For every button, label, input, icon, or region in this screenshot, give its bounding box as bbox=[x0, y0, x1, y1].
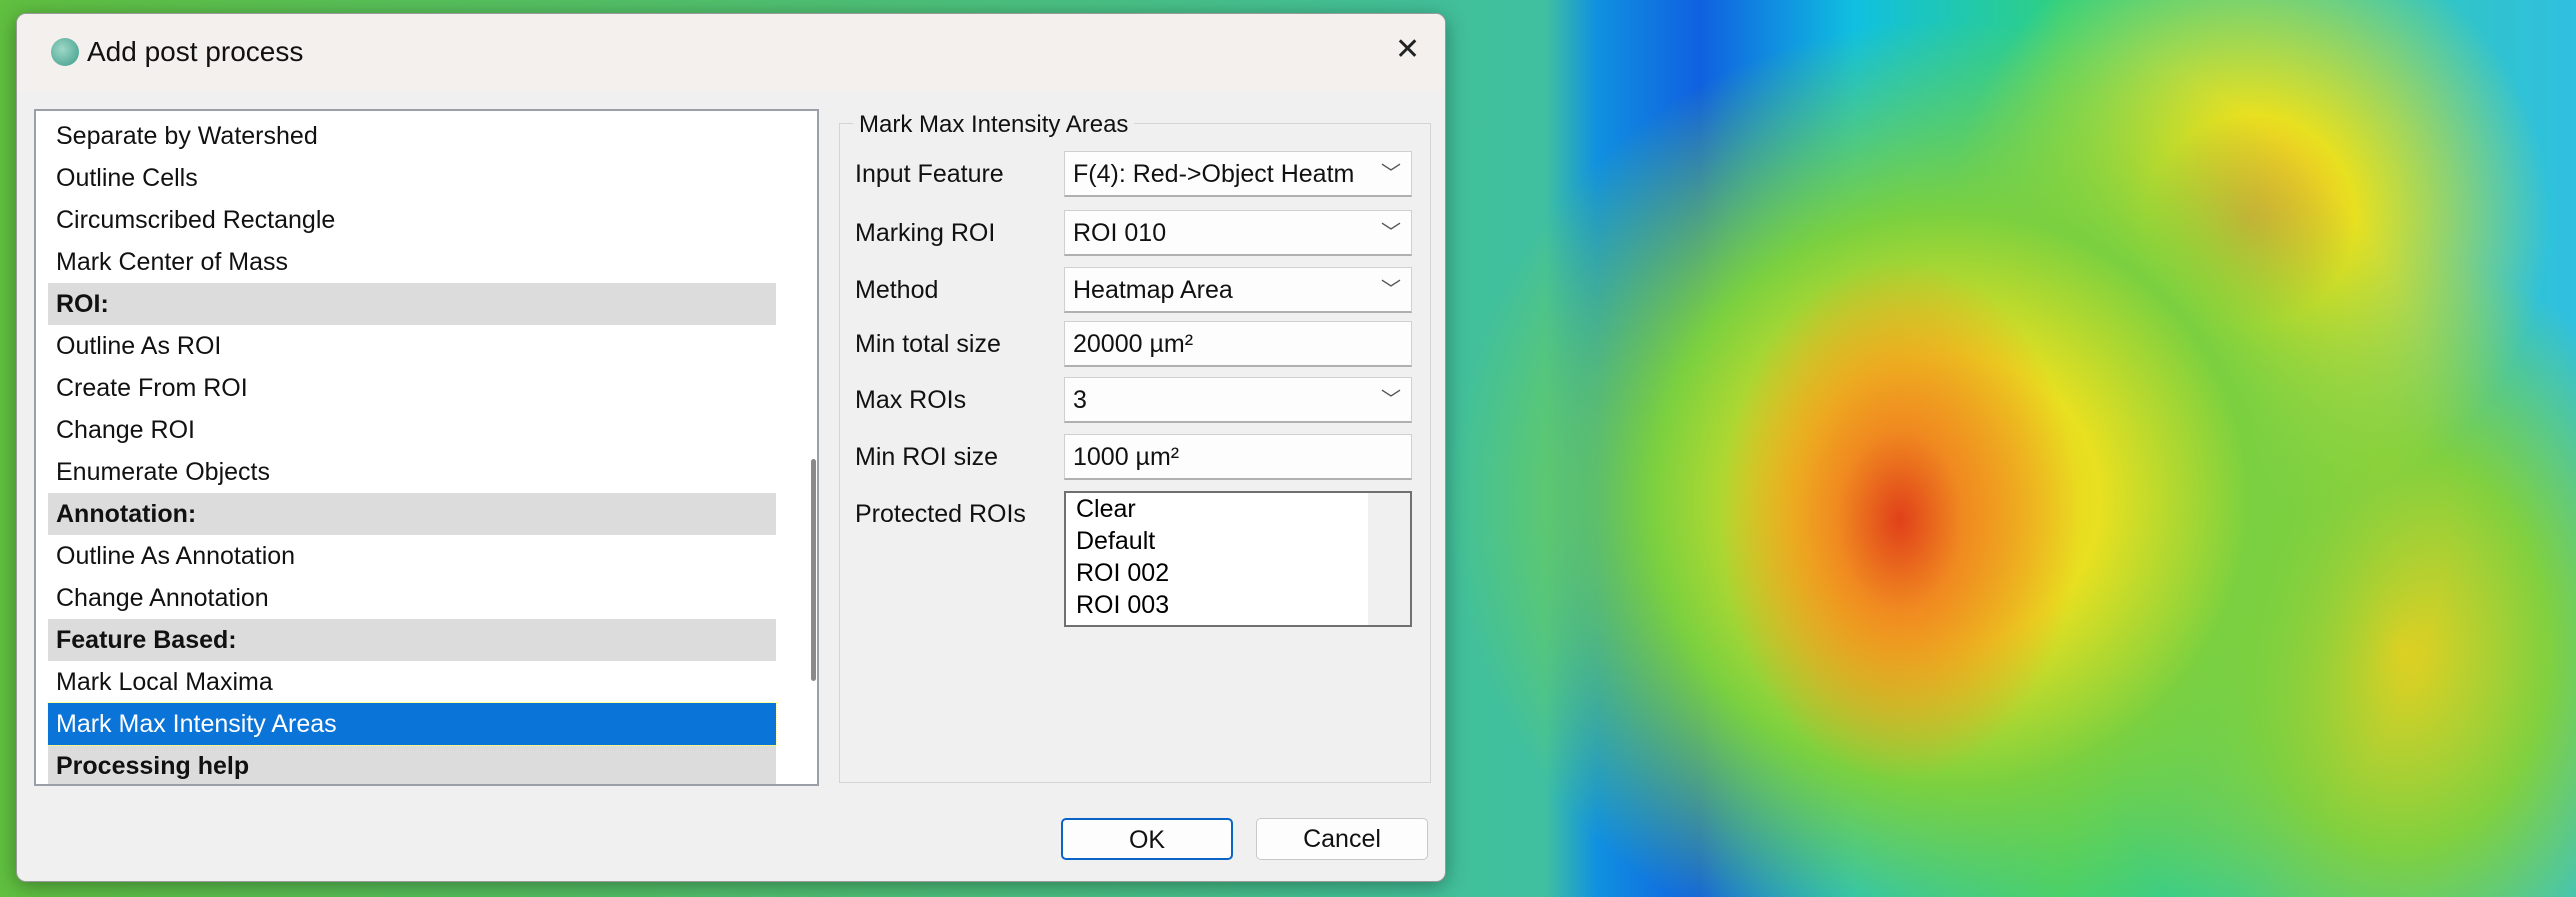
list-item[interactable]: Mark Max Intensity Areas bbox=[47, 702, 777, 746]
list-category-header: Feature Based: bbox=[48, 619, 776, 661]
min-total-size-label: Min total size bbox=[855, 330, 1001, 358]
max-rois-value: 3 bbox=[1073, 386, 1087, 414]
method-value: Heatmap Area bbox=[1073, 276, 1233, 304]
group-title: Mark Max Intensity Areas bbox=[853, 111, 1135, 139]
list-category-header: ROI: bbox=[48, 283, 776, 325]
method-label: Method bbox=[855, 276, 939, 304]
protected-rois-label: Protected ROIs bbox=[855, 500, 1026, 528]
list-item[interactable]: Separate by Watershed bbox=[48, 115, 776, 157]
min-roi-size-input[interactable]: 1000 µm² bbox=[1064, 434, 1412, 480]
list-category-header: Annotation: bbox=[48, 493, 776, 535]
input-feature-label: Input Feature bbox=[855, 160, 1004, 188]
marking-roi-select[interactable]: ROI 010 ﹀ bbox=[1064, 210, 1412, 256]
ok-button[interactable]: OK bbox=[1061, 818, 1233, 860]
listbox-scrollbar[interactable] bbox=[1368, 493, 1410, 625]
list-item[interactable]: Change Annotation bbox=[48, 577, 776, 619]
dialog-title: Add post process bbox=[87, 36, 304, 67]
input-feature-select[interactable]: F(4): Red->Object Heatm ﹀ bbox=[1064, 151, 1412, 197]
min-roi-size-label: Min ROI size bbox=[855, 443, 999, 471]
add-post-process-dialog: Add post process ✕ Processing help Mark M… bbox=[16, 13, 1446, 882]
list-item[interactable]: Outline As ROI bbox=[48, 325, 776, 367]
chevron-down-icon: ﹀ bbox=[1381, 222, 1401, 244]
list-item[interactable]: Enumerate Objects bbox=[48, 451, 776, 493]
list-item[interactable]: Create From ROI bbox=[48, 367, 776, 409]
list-item[interactable]: Mark Local Maxima bbox=[48, 661, 776, 703]
list-item[interactable]: Outline Cells bbox=[48, 157, 776, 199]
marking-roi-value: ROI 010 bbox=[1073, 219, 1167, 247]
method-select[interactable]: Heatmap Area ﹀ bbox=[1064, 267, 1412, 313]
max-rois-label: Max ROIs bbox=[855, 386, 967, 414]
chevron-down-icon: ﹀ bbox=[1381, 163, 1401, 185]
min-total-size-input[interactable]: 20000 µm² bbox=[1064, 321, 1412, 367]
list-scrollbar[interactable] bbox=[811, 459, 816, 681]
protected-roi-option[interactable]: Clear bbox=[1076, 493, 1410, 525]
post-process-list[interactable]: Processing help Mark Max Intensity Areas M… bbox=[34, 109, 819, 786]
list-item[interactable]: Circumscribed Rectangle bbox=[48, 199, 776, 241]
list-item[interactable]: Mark Center of Mass bbox=[48, 241, 776, 283]
chevron-down-icon: ﹀ bbox=[1381, 279, 1401, 301]
list-category-header: Processing help bbox=[48, 745, 776, 784]
list-item[interactable]: Outline As Annotation bbox=[48, 535, 776, 577]
marking-roi-label: Marking ROI bbox=[855, 219, 996, 247]
input-feature-value: F(4): Red->Object Heatm bbox=[1073, 160, 1355, 188]
close-icon[interactable]: ✕ bbox=[1395, 32, 1420, 67]
app-logo-icon bbox=[51, 38, 79, 66]
cancel-button[interactable]: Cancel bbox=[1256, 818, 1428, 860]
protected-roi-option[interactable]: ROI 002 bbox=[1076, 557, 1410, 589]
chevron-down-icon: ﹀ bbox=[1381, 389, 1401, 411]
list-item[interactable]: Change ROI bbox=[48, 409, 776, 451]
protected-roi-option[interactable]: Default bbox=[1076, 525, 1410, 557]
max-rois-select[interactable]: 3 ﹀ bbox=[1064, 377, 1412, 423]
protected-rois-listbox[interactable]: Clear Default ROI 002 ROI 003 bbox=[1064, 491, 1412, 627]
title-bar: Add post process ✕ bbox=[17, 14, 1445, 91]
protected-roi-option[interactable]: ROI 003 bbox=[1076, 589, 1410, 621]
